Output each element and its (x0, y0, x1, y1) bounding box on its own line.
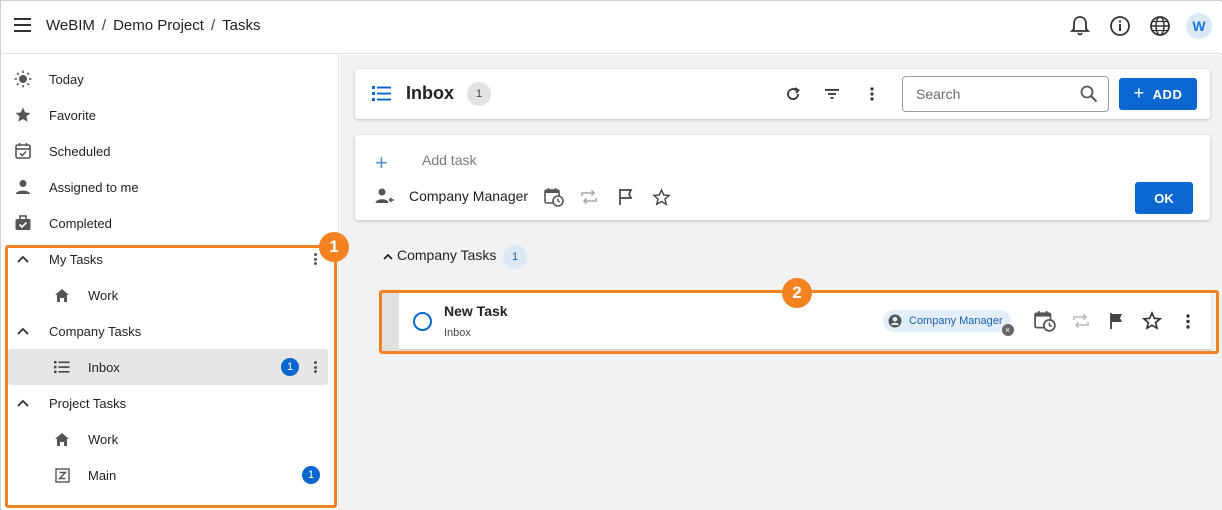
breadcrumb-separator: / (101, 17, 107, 34)
add-button-label: ADD (1152, 86, 1183, 102)
assign-person-icon[interactable] (375, 187, 395, 210)
add-task-input[interactable]: Add task (422, 152, 476, 168)
breadcrumb-item-webim[interactable]: WeBIM (46, 17, 95, 34)
breadcrumb-item-tasks: Tasks (222, 17, 261, 34)
sidebar-item-label: Favorite (49, 107, 96, 123)
person-icon (10, 175, 36, 199)
calendar-check-icon (10, 139, 36, 163)
more-vert-icon[interactable] (858, 80, 886, 108)
ok-button[interactable]: OK (1135, 182, 1193, 214)
breadcrumb: WeBIM / Demo Project / Tasks (46, 17, 260, 34)
title-count-badge: 1 (467, 82, 491, 106)
info-icon[interactable] (1106, 12, 1134, 40)
main-content: Inbox 1 + ADD + (340, 55, 1222, 510)
chevron-up-icon (383, 247, 393, 263)
search-input[interactable] (916, 86, 1076, 102)
app-window: WeBIM / Demo Project / Tasks W Today Fav… (0, 0, 1222, 510)
sidebar-item-label: Completed (49, 215, 112, 231)
group-label: Company Tasks (397, 247, 497, 263)
callout-number-1: 1 (319, 232, 349, 262)
group-header-company-tasks[interactable]: Company Tasks (383, 247, 496, 263)
flag-icon[interactable] (612, 183, 640, 211)
top-actions: W (1066, 12, 1212, 40)
calendar-clock-icon[interactable] (540, 183, 568, 211)
breadcrumb-item-project[interactable]: Demo Project (113, 17, 204, 34)
sidebar-item-favorite[interactable]: Favorite (8, 97, 328, 133)
add-task-card: + Add task Company Manager OK (355, 135, 1210, 220)
avatar[interactable]: W (1186, 13, 1212, 39)
bell-icon[interactable] (1066, 12, 1094, 40)
list-icon (372, 85, 391, 107)
assignee-label[interactable]: Company Manager (409, 188, 528, 204)
callout-box-1 (5, 245, 337, 508)
globe-icon[interactable] (1146, 12, 1174, 40)
sidebar-item-completed[interactable]: Completed (8, 205, 328, 241)
search-field[interactable] (902, 76, 1109, 112)
repeat-icon[interactable] (575, 183, 603, 211)
sidebar-item-label: Assigned to me (49, 179, 139, 195)
callout-number-2: 2 (782, 278, 812, 308)
plus-icon: + (375, 150, 388, 175)
menu-icon[interactable] (13, 17, 33, 33)
page-title: Inbox (406, 83, 454, 103)
sidebar-item-scheduled[interactable]: Scheduled (8, 133, 328, 169)
group-count-badge: 1 (503, 245, 527, 269)
plus-icon: + (1133, 82, 1145, 103)
search-icon[interactable] (1080, 85, 1098, 108)
sidebar-item-label: Today (49, 71, 84, 87)
star-outline-icon[interactable] (647, 183, 675, 211)
sidebar-item-today[interactable]: Today (8, 61, 328, 97)
sidebar-item-assigned-to-me[interactable]: Assigned to me (8, 169, 328, 205)
briefcase-check-icon (10, 211, 36, 235)
sun-icon (10, 67, 36, 91)
sidebar-item-label: Scheduled (49, 143, 111, 159)
breadcrumb-separator: / (210, 17, 216, 34)
star-icon (10, 103, 36, 127)
add-button[interactable]: + ADD (1119, 78, 1197, 110)
list-header-card: Inbox 1 + ADD (355, 69, 1210, 119)
top-bar: WeBIM / Demo Project / Tasks W (2, 2, 1222, 54)
refresh-icon[interactable] (779, 80, 807, 108)
filter-icon[interactable] (818, 80, 846, 108)
